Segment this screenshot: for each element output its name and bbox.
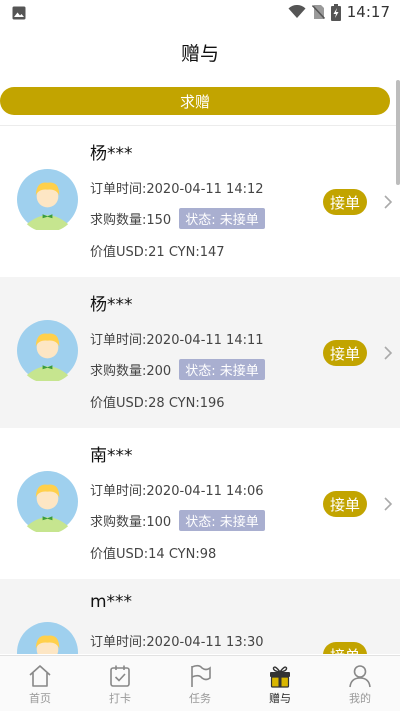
chevron-right-icon[interactable] (382, 496, 394, 512)
order-time: 订单时间:2020-04-11 13:30 (90, 635, 264, 650)
request-gift-button[interactable]: 求赠 (0, 87, 390, 115)
status-badge: 状态: 未接单 (179, 510, 265, 531)
home-icon (29, 664, 51, 687)
nav-label: 我的 (349, 691, 371, 705)
checkin-icon (110, 665, 130, 687)
status-badge: 状态: 未接单 (179, 359, 265, 380)
nav-gift[interactable]: 赠与 (240, 656, 320, 711)
order-value: 价值USD:28 CYN:196 (90, 396, 225, 411)
order-time: 订单时间:2020-04-11 14:06 (90, 484, 264, 499)
quantity: 求购数量:200 (90, 364, 172, 379)
battery-charging-icon (330, 3, 341, 21)
accept-order-button[interactable]: 接单 (323, 642, 367, 654)
request-gift-label: 求赠 (179, 92, 210, 111)
order-row[interactable]: 杨*** 订单时间:2020-04-11 14:12 求购数量:150 状态: … (0, 126, 400, 277)
order-time: 订单时间:2020-04-11 14:12 (90, 182, 264, 197)
flag-icon (191, 664, 211, 687)
order-time: 订单时间:2020-04-11 14:11 (90, 333, 264, 348)
chevron-right-icon[interactable] (382, 194, 394, 210)
chevron-right-icon[interactable] (382, 345, 394, 361)
nav-checkin[interactable]: 打卡 (80, 656, 160, 711)
nav-tasks[interactable]: 任务 (160, 656, 240, 711)
avatar (17, 320, 78, 381)
order-row[interactable]: m*** 订单时间:2020-04-11 13:30 接单 (0, 579, 400, 654)
user-name: m*** (90, 592, 133, 612)
user-name: 杨*** (90, 295, 133, 315)
gift-icon (270, 665, 290, 688)
avatar (17, 471, 78, 532)
nav-label: 首页 (29, 691, 51, 705)
nav-label: 赠与 (269, 691, 291, 705)
no-sim-icon (311, 4, 325, 20)
user-name: 南*** (90, 446, 133, 466)
nav-label: 任务 (189, 691, 211, 705)
wifi-icon (288, 5, 306, 18)
user-icon (349, 664, 371, 687)
status-badge: 状态: 未接单 (179, 208, 265, 229)
quantity: 求购数量:150 (90, 213, 172, 228)
nav-home[interactable]: 首页 (0, 656, 80, 711)
quantity: 求购数量:100 (90, 515, 172, 530)
status-bar: 14:17 (0, 0, 400, 26)
clock: 14:17 (346, 3, 390, 21)
bottom-nav: 首页 打卡 任务 赠与 我的 (0, 655, 400, 711)
user-name: 杨*** (90, 144, 133, 164)
page-title: 赠与 (180, 42, 219, 65)
header: 赠与 (0, 26, 400, 78)
order-row[interactable]: 南*** 订单时间:2020-04-11 14:06 求购数量:100 状态: … (0, 428, 400, 579)
image-icon (12, 6, 26, 20)
accept-order-button[interactable]: 接单 (323, 491, 367, 517)
nav-label: 打卡 (109, 691, 131, 705)
order-list[interactable]: 杨*** 订单时间:2020-04-11 14:12 求购数量:150 状态: … (0, 126, 400, 654)
order-row[interactable]: 杨*** 订单时间:2020-04-11 14:11 求购数量:200 状态: … (0, 277, 400, 428)
order-value: 价值USD:21 CYN:147 (90, 245, 225, 260)
accept-order-button[interactable]: 接单 (323, 189, 367, 215)
accept-order-button[interactable]: 接单 (323, 340, 367, 366)
order-value: 价值USD:14 CYN:98 (90, 547, 217, 562)
avatar (17, 622, 78, 654)
avatar (17, 169, 78, 230)
nav-profile[interactable]: 我的 (320, 656, 400, 711)
